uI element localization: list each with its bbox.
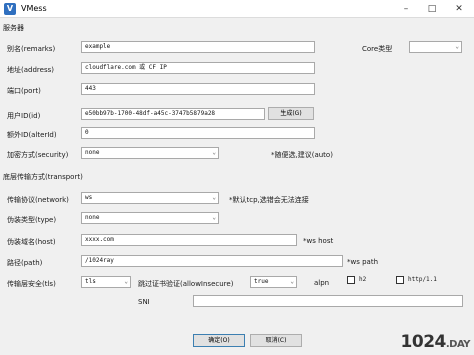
security-select[interactable]: none ⌄ — [81, 147, 219, 159]
allow-insecure-value: true — [254, 278, 269, 285]
address-label: 地址(address) — [7, 66, 54, 74]
network-select[interactable]: ws ⌄ — [81, 192, 219, 204]
chevron-down-icon: ⌄ — [212, 149, 216, 156]
host-label: 伪装域名(host) — [7, 238, 56, 246]
close-icon[interactable]: ✕ — [447, 0, 471, 18]
minimize-icon[interactable]: – — [394, 0, 418, 18]
sni-label: SNI — [138, 298, 150, 306]
maximize-icon[interactable]: □ — [420, 0, 444, 18]
watermark-main: 1024 — [400, 332, 447, 352]
network-label: 传输协议(network) — [7, 196, 69, 204]
security-value: none — [85, 149, 100, 156]
site-watermark-logo: 1024.DAY — [400, 332, 471, 352]
ok-button[interactable]: 确定(O) — [193, 334, 245, 347]
chevron-down-icon: ⌄ — [124, 278, 128, 285]
user-id-input[interactable]: e50bb97b-1700-48df-a45c-3747b5879a28 — [81, 108, 265, 120]
address-input[interactable]: cloudflare.com 或 CF IP — [81, 62, 315, 74]
alter-id-label: 额外ID(alterId) — [7, 131, 57, 139]
allow-insecure-select[interactable]: true ⌄ — [250, 276, 297, 288]
chevron-down-icon: ⌄ — [212, 194, 216, 201]
watermark-suffix: .DAY — [445, 339, 471, 350]
type-value: none — [85, 214, 100, 221]
core-type-select[interactable]: ⌄ — [409, 41, 462, 53]
path-hint: *ws path — [347, 258, 379, 266]
remarks-label: 别名(remarks) — [7, 45, 56, 53]
host-input[interactable]: xxxx.com — [81, 234, 297, 246]
type-select[interactable]: none ⌄ — [81, 212, 219, 224]
port-label: 端口(port) — [7, 87, 41, 95]
chevron-down-icon: ⌄ — [455, 43, 459, 50]
path-input[interactable]: /1024ray — [81, 255, 343, 267]
user-id-label: 用户ID(id) — [7, 112, 41, 120]
remarks-input[interactable]: example — [81, 41, 315, 53]
cancel-button[interactable]: 取消(C) — [250, 334, 302, 347]
chevron-down-icon: ⌄ — [290, 278, 294, 285]
port-input[interactable]: 443 — [81, 83, 315, 95]
security-hint: *随便选,建议(auto) — [271, 151, 333, 159]
window-title: VMess — [21, 4, 47, 13]
network-value: ws — [85, 194, 93, 201]
host-hint: *ws host — [303, 237, 334, 245]
path-label: 路径(path) — [7, 259, 43, 267]
generate-button[interactable]: 生成(G) — [268, 107, 314, 120]
server-section-title: 服务器 — [3, 24, 24, 32]
alpn-h2-label: h2 — [359, 276, 367, 283]
alter-id-input[interactable]: 0 — [81, 127, 315, 139]
sni-input[interactable] — [193, 295, 463, 307]
alpn-http11-label: http/1.1 — [408, 276, 437, 283]
tls-label: 传输层安全(tls) — [7, 280, 56, 288]
alpn-label: alpn — [314, 279, 330, 287]
core-type-label: Core类型 — [362, 45, 393, 53]
allow-insecure-label: 跳过证书验证(allowInsecure) — [138, 280, 234, 288]
network-hint: *默认tcp,选错会无法连接 — [229, 196, 309, 204]
transport-section-title: 底层传输方式(transport) — [3, 173, 83, 181]
title-bar: V VMess – □ ✕ — [0, 0, 474, 18]
app-icon: V — [4, 3, 16, 15]
alpn-h2-checkbox[interactable] — [347, 276, 355, 284]
alpn-http11-checkbox[interactable] — [396, 276, 404, 284]
tls-select[interactable]: tls ⌄ — [81, 276, 131, 288]
chevron-down-icon: ⌄ — [212, 214, 216, 221]
security-label: 加密方式(security) — [7, 151, 69, 159]
type-label: 伪装类型(type) — [7, 216, 57, 224]
tls-value: tls — [85, 278, 96, 285]
